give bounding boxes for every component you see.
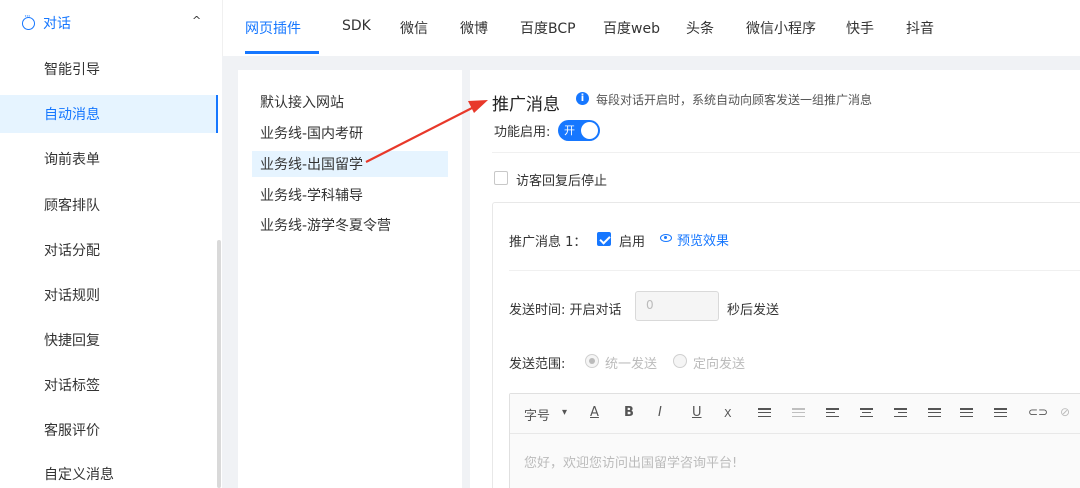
tab-weibo[interactable]: 微博 [460, 18, 488, 38]
tab-wechat[interactable]: 微信 [400, 18, 428, 38]
bold-icon[interactable]: B [624, 405, 634, 420]
sidebar-group-label: 对话 [43, 16, 71, 32]
sidebar-item-auto-message[interactable]: 自动消息 [0, 95, 218, 133]
tab-kuaishou[interactable]: 快手 [846, 18, 874, 38]
eye-icon[interactable] [660, 234, 672, 242]
scope-option-label: 定向发送 [693, 357, 746, 372]
sidebar-item-smart-guide[interactable]: 智能引导 [0, 50, 218, 88]
business-line-item[interactable]: 业务线-国内考研 [252, 120, 448, 146]
sidebar-item-label: 自定义消息 [44, 467, 114, 483]
channel-tabs: 网页插件 SDK 微信 微博 百度BCP 百度web 头条 微信小程序 快手 抖… [222, 0, 1080, 56]
sidebar-item-label: 对话分配 [44, 243, 100, 259]
sidebar-scrollbar[interactable] [217, 240, 221, 488]
business-line-item-selected[interactable]: 业务线-出国留学 [252, 151, 448, 177]
sidebar-item-rating[interactable]: 客服评价 [0, 411, 218, 449]
toggle-knob [581, 122, 598, 139]
send-time-label: 发送时间: 开启对话 [509, 303, 622, 318]
sidebar-group-dialog[interactable]: 对话 ^ [0, 0, 222, 46]
clear-format-icon[interactable]: Ⅹ [724, 407, 732, 420]
business-line-item[interactable]: 默认接入网站 [252, 89, 448, 115]
tab-sdk[interactable]: SDK [342, 18, 371, 34]
promo-settings-panel: 推广消息 i 每段对话开启时，系统自动向顾客发送一组推广消息 功能启用: 开 访… [470, 70, 1080, 488]
sidebar-item-assignment[interactable]: 对话分配 [0, 231, 218, 269]
chat-icon [22, 12, 35, 30]
enable-checkbox[interactable] [597, 232, 611, 246]
scope-radio-targeted[interactable] [673, 354, 687, 368]
align-center-icon[interactable] [860, 408, 873, 419]
business-line-item[interactable]: 业务线-游学冬夏令营 [252, 212, 448, 238]
preview-link[interactable]: 预览效果 [677, 230, 729, 249]
sidebar-item-quick-reply[interactable]: 快捷回复 [0, 321, 218, 359]
underline-icon[interactable]: U [692, 405, 702, 420]
business-line-item[interactable]: 业务线-学科辅导 [252, 182, 448, 208]
divider [492, 152, 1080, 153]
sidebar-item-label: 客服评价 [44, 423, 100, 439]
divider [509, 270, 1080, 271]
business-line-label: 业务线-游学冬夏令营 [260, 218, 392, 234]
sidebar-item-rules[interactable]: 对话规则 [0, 276, 218, 314]
business-line-label: 业务线-国内考研 [260, 126, 364, 142]
sidebar-item-tags[interactable]: 对话标签 [0, 366, 218, 404]
sidebar: 对话 ^ 智能引导 自动消息 询前表单 顾客排队 对话分配 对话规则 快捷回复 … [0, 0, 222, 488]
after-send-label: 秒后发送 [727, 303, 780, 318]
sidebar-item-queue[interactable]: 顾客排队 [0, 186, 218, 224]
sidebar-item-label: 询前表单 [44, 152, 100, 168]
align-left-icon[interactable] [826, 408, 839, 419]
editor-placeholder: 您好，欢迎您访问出国留学咨询平台! [524, 456, 738, 471]
link-icon[interactable]: ⊂⊃ [1028, 405, 1048, 419]
info-description: 每段对话开启时，系统自动向顾客发送一组推广消息 [596, 93, 873, 107]
info-icon: i [576, 92, 589, 105]
chevron-up-icon[interactable]: ^ [192, 14, 201, 27]
promo-message-label: 推广消息 1： [509, 235, 587, 250]
sidebar-item-label: 智能引导 [44, 62, 100, 78]
business-line-label: 业务线-出国留学 [260, 157, 364, 173]
indent-icon[interactable] [758, 408, 771, 419]
active-tab-indicator [245, 51, 319, 54]
promo-message-card: 推广消息 1： 启用 预览效果 发送时间: 开启对话 0 秒后发送 发送范围: … [492, 202, 1080, 488]
font-size-dropdown[interactable]: 字号 [524, 405, 550, 424]
stop-on-reply-checkbox[interactable] [494, 171, 508, 185]
tab-toutiao[interactable]: 头条 [686, 18, 714, 38]
tab-baidu-bcp[interactable]: 百度BCP [520, 18, 576, 38]
feature-enable-toggle[interactable]: 开 [558, 120, 600, 141]
tab-baidu-web[interactable]: 百度web [603, 18, 660, 38]
business-line-label: 默认接入网站 [260, 95, 344, 111]
page-title: 推广消息 [492, 95, 560, 115]
editor-toolbar: 字号 ▾ A B I U Ⅹ ⊂⊃ ⊘ [510, 394, 1080, 434]
unlink-icon[interactable]: ⊘ [1060, 405, 1070, 419]
align-right-icon[interactable] [894, 408, 907, 419]
scope-option-label: 统一发送 [605, 357, 658, 372]
sidebar-item-label: 自动消息 [44, 107, 100, 123]
sidebar-item-pre-chat-form[interactable]: 询前表单 [0, 140, 218, 178]
business-line-label: 业务线-学科辅导 [260, 188, 364, 204]
delay-seconds-input[interactable]: 0 [635, 291, 719, 321]
tab-web-plugin[interactable]: 网页插件 [245, 18, 301, 38]
outdent-icon[interactable] [792, 408, 805, 419]
sidebar-item-label: 对话标签 [44, 378, 100, 394]
business-line-list: 默认接入网站 业务线-国内考研 业务线-出国留学 业务线-学科辅导 业务线-游学… [238, 70, 462, 488]
italic-icon[interactable]: I [658, 405, 662, 420]
tab-wechat-mini-program[interactable]: 微信小程序 [746, 18, 816, 38]
font-color-icon[interactable]: A [590, 405, 599, 420]
sidebar-item-label: 快捷回复 [44, 333, 100, 349]
stop-on-reply-label: 访客回复后停止 [516, 174, 608, 189]
feature-enable-label: 功能启用: [494, 125, 551, 140]
rich-text-editor[interactable]: 字号 ▾ A B I U Ⅹ ⊂⊃ ⊘ 您好，欢迎您访问出国留学咨询平台! [509, 393, 1080, 488]
bullet-list-icon[interactable] [960, 408, 973, 419]
justify-icon[interactable] [928, 408, 941, 419]
sidebar-item-label: 对话规则 [44, 288, 100, 304]
sidebar-item-custom-message[interactable]: 自定义消息 [0, 455, 218, 488]
enable-label: 启用 [619, 235, 646, 250]
numbered-list-icon[interactable] [994, 408, 1007, 419]
send-scope-label: 发送范围: [509, 357, 566, 372]
tab-douyin[interactable]: 抖音 [906, 18, 934, 38]
chevron-down-icon[interactable]: ▾ [562, 407, 567, 418]
scope-radio-unified[interactable] [585, 354, 599, 368]
sidebar-item-label: 顾客排队 [44, 198, 100, 214]
toggle-on-label: 开 [564, 124, 575, 137]
